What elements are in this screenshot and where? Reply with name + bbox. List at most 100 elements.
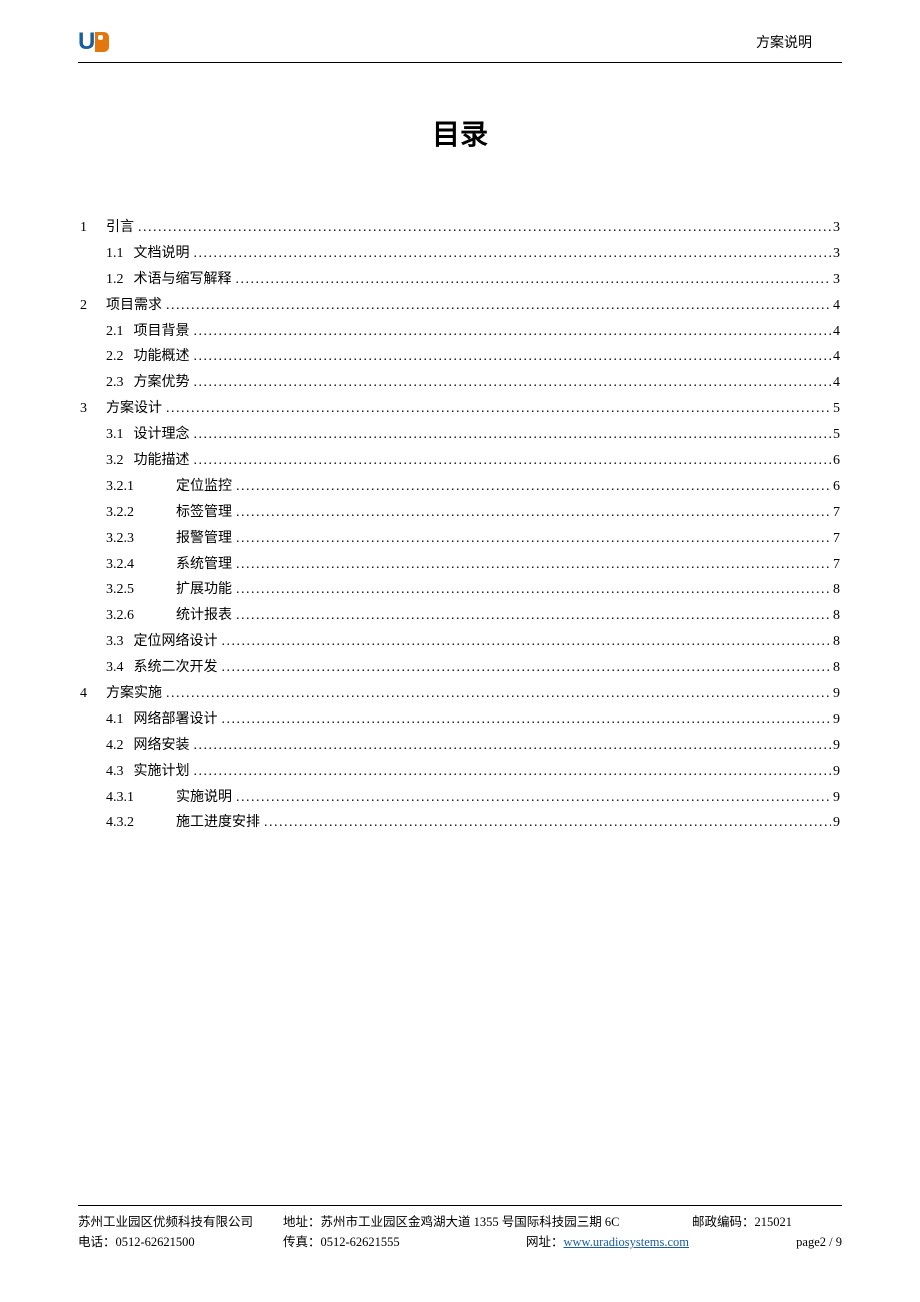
toc-leader-dots	[264, 810, 831, 836]
toc-entry[interactable]: 1.1文档说明3	[80, 241, 840, 267]
toc-text: 网络部署设计	[134, 707, 222, 733]
toc-number: 4.3.2	[106, 810, 176, 836]
toc-entry[interactable]: 3.3定位网络设计8	[80, 629, 840, 655]
toc-leader-dots	[194, 422, 832, 448]
toc-leader-dots	[222, 655, 832, 681]
toc-entry[interactable]: 3.2.4系统管理7	[80, 552, 840, 578]
toc-entry[interactable]: 1.2术语与缩写解释3	[80, 267, 840, 293]
toc-leader-dots	[236, 267, 832, 293]
toc-entry[interactable]: 3.4系统二次开发8	[80, 655, 840, 681]
footer-web-link[interactable]: www.uradiosystems.com	[563, 1235, 689, 1249]
toc-leader-dots	[236, 785, 831, 811]
toc-number: 1.2	[106, 267, 134, 293]
toc-entry[interactable]: 2项目需求4	[80, 293, 840, 319]
footer-row-1: 苏州工业园区优频科技有限公司 地址：苏州市工业园区金鸡湖大道 1355 号国际科…	[78, 1212, 842, 1232]
toc-number: 1	[80, 215, 106, 241]
toc-leader-dots	[236, 552, 831, 578]
toc-entry[interactable]: 2.2功能概述4	[80, 344, 840, 370]
header-doc-label: 方案说明	[756, 32, 842, 52]
toc-entry[interactable]: 4.1网络部署设计 9	[80, 707, 840, 733]
toc-page-number: 9	[831, 681, 840, 707]
toc-entry[interactable]: 4.3.2施工进度安排9	[80, 810, 840, 836]
toc-leader-dots	[166, 396, 831, 422]
toc-text: 文档说明	[134, 241, 194, 267]
toc-entry[interactable]: 3.1设计理念 5	[80, 422, 840, 448]
toc-text: 系统管理	[176, 552, 236, 578]
toc-page-number: 7	[831, 500, 840, 526]
toc-entry[interactable]: 4.3实施计划 9	[80, 759, 840, 785]
toc-entry[interactable]: 3.2.3报警管理7	[80, 526, 840, 552]
toc-page-number: 7	[831, 552, 840, 578]
toc-number: 3.2	[106, 448, 134, 474]
toc-page-number: 3	[831, 241, 840, 267]
toc-text: 扩展功能	[176, 577, 236, 603]
toc-leader-dots	[194, 241, 832, 267]
toc-entry[interactable]: 3.2.5扩展功能8	[80, 577, 840, 603]
logo: U	[78, 28, 109, 56]
toc-number: 4.3	[106, 759, 134, 785]
toc-leader-dots	[138, 215, 831, 241]
toc-entry[interactable]: 3.2.6统计报表8	[80, 603, 840, 629]
toc-text: 功能概述	[134, 344, 194, 370]
footer-phone-label: 电话：	[78, 1235, 116, 1249]
toc-entry[interactable]: 3.2.1定位监控6	[80, 474, 840, 500]
toc-leader-dots	[222, 629, 832, 655]
toc-number: 2.3	[106, 370, 134, 396]
footer-fax-value: 0512-62621555	[321, 1235, 400, 1249]
toc-page-number: 3	[831, 215, 840, 241]
footer-fax-web: 传真：0512-62621555 网址：www.uradiosystems.co…	[283, 1232, 692, 1252]
toc-entry[interactable]: 1引言3	[80, 215, 840, 241]
toc-leader-dots	[166, 293, 831, 319]
toc-page-number: 3	[831, 267, 840, 293]
toc-text: 实施说明	[176, 785, 236, 811]
footer-page-total: 9	[836, 1235, 842, 1249]
toc-text: 网络安装	[134, 733, 194, 759]
toc-entry[interactable]: 4.2网络安装 9	[80, 733, 840, 759]
toc-page-number: 5	[831, 422, 840, 448]
toc-text: 系统二次开发	[134, 655, 222, 681]
toc-page-number: 9	[831, 785, 840, 811]
toc-page-number: 6	[831, 448, 840, 474]
footer-web-label: 网址：	[526, 1235, 564, 1249]
toc-text: 施工进度安排	[176, 810, 264, 836]
toc-entry[interactable]: 2.1项目背景4	[80, 319, 840, 345]
toc-leader-dots	[166, 681, 831, 707]
toc-page-number: 9	[831, 707, 840, 733]
toc-entry[interactable]: 3方案设计5	[80, 396, 840, 422]
logo-letter-r-icon	[95, 32, 109, 52]
toc-number: 3.2.6	[106, 603, 176, 629]
toc-number: 3.1	[106, 422, 134, 448]
toc-page-number: 4	[831, 370, 840, 396]
footer-postal-value: 215021	[755, 1215, 793, 1229]
toc-number: 4	[80, 681, 106, 707]
toc-text: 实施计划	[134, 759, 194, 785]
toc-text: 功能描述	[134, 448, 194, 474]
toc-text: 报警管理	[176, 526, 236, 552]
toc-leader-dots	[222, 707, 832, 733]
toc-text: 设计理念	[134, 422, 194, 448]
toc-number: 2	[80, 293, 106, 319]
footer-address-label: 地址：	[283, 1215, 321, 1229]
toc-number: 4.1	[106, 707, 134, 733]
toc-number: 3	[80, 396, 106, 422]
toc-page-number: 9	[831, 759, 840, 785]
footer-page-label: page	[796, 1235, 820, 1249]
toc-entry[interactable]: 3.2.2标签管理7	[80, 500, 840, 526]
toc-entry[interactable]: 4.3.1实施说明9	[80, 785, 840, 811]
toc-leader-dots	[236, 500, 831, 526]
toc-number: 2.1	[106, 319, 134, 345]
toc-text: 方案优势	[134, 370, 194, 396]
toc-number: 3.2.1	[106, 474, 176, 500]
toc-entry[interactable]: 4方案实施9	[80, 681, 840, 707]
toc-entry[interactable]: 2.3方案优势 4	[80, 370, 840, 396]
toc-entry[interactable]: 3.2功能描述 6	[80, 448, 840, 474]
toc-text: 项目背景	[134, 319, 194, 345]
toc-page-number: 9	[831, 733, 840, 759]
toc-number: 4.2	[106, 733, 134, 759]
footer-company: 苏州工业园区优频科技有限公司	[78, 1212, 283, 1232]
toc-text: 标签管理	[176, 500, 236, 526]
toc-leader-dots	[236, 526, 831, 552]
toc-text: 方案设计	[106, 396, 166, 422]
toc-number: 2.2	[106, 344, 134, 370]
toc-text: 统计报表	[176, 603, 236, 629]
